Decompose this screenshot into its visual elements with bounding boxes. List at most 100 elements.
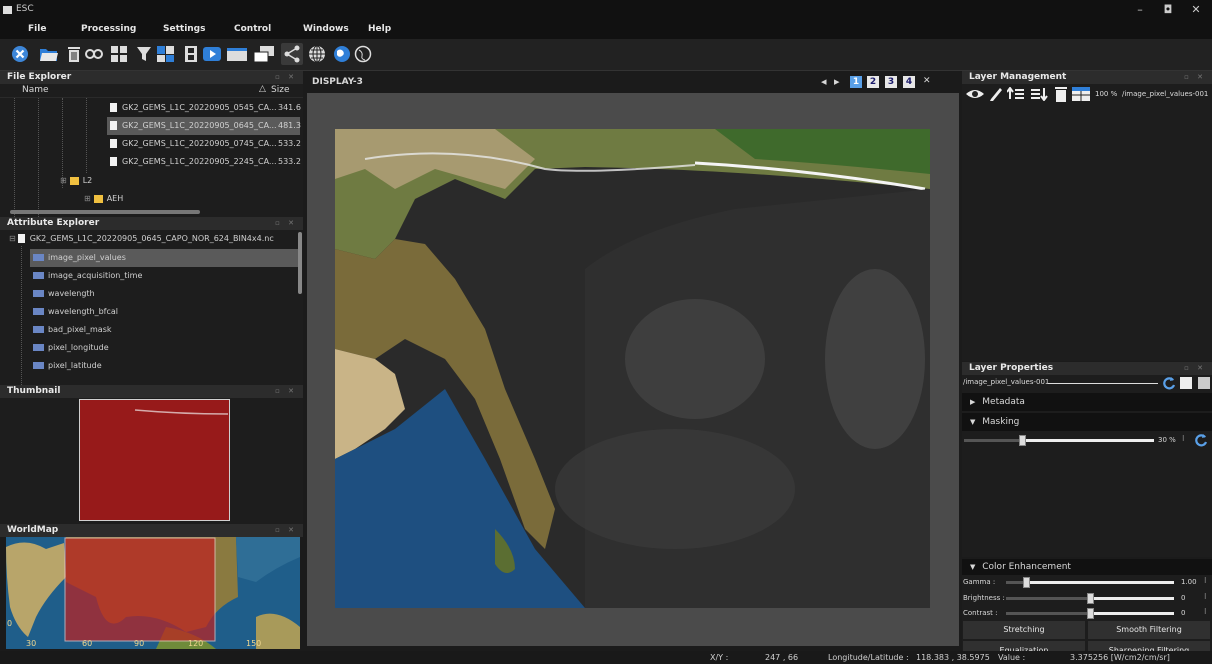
- globe-icon[interactable]: [331, 43, 353, 65]
- masking-slider[interactable]: [964, 435, 1154, 447]
- move-down-icon[interactable]: [1030, 87, 1048, 102]
- equalization-button[interactable]: Equalization: [963, 641, 1085, 651]
- menu-file[interactable]: File: [28, 24, 46, 34]
- panel-controls-icon[interactable]: ▫ ✕: [275, 524, 297, 537]
- film-icon[interactable]: [180, 43, 202, 65]
- menu-help[interactable]: Help: [368, 24, 391, 34]
- satellite-image[interactable]: [335, 129, 930, 608]
- file-row[interactable]: GK2_GEMS_L1C_20220905_2245_CA... 533.2: [110, 153, 301, 171]
- close-window-button[interactable]: ✕: [1184, 2, 1208, 18]
- attribute-item[interactable]: pixel_latitude: [33, 357, 102, 375]
- prev-page-button[interactable]: ◂: [821, 75, 827, 88]
- app-icon: [3, 6, 12, 14]
- gamma-label: Gamma :: [963, 578, 996, 586]
- layout-icon[interactable]: [155, 43, 177, 65]
- attribute-item[interactable]: wavelength: [33, 285, 95, 303]
- export-icon[interactable]: [1198, 377, 1210, 389]
- save-icon[interactable]: [1180, 377, 1192, 389]
- table-view-icon[interactable]: [1072, 87, 1090, 101]
- link-icon[interactable]: [83, 43, 105, 65]
- page-3-button[interactable]: 3: [885, 76, 897, 88]
- file-row-selected[interactable]: GK2_GEMS_L1C_20220905_0645_CA... 481.3: [107, 117, 301, 135]
- next-page-button[interactable]: ▸: [834, 75, 840, 88]
- column-size[interactable]: Size: [271, 85, 289, 95]
- attribute-item[interactable]: image_acquisition_time: [33, 267, 142, 285]
- panel-controls-icon[interactable]: ▫ ✕: [1184, 362, 1206, 375]
- attribute-root-name: GK2_GEMS_L1C_20220905_0645_CAPO_NOR_624_…: [29, 234, 274, 243]
- file-tree: GK2_GEMS_L1C_20220905_0545_CA... 341.6 G…: [0, 98, 303, 217]
- file-row[interactable]: GK2_GEMS_L1C_20220905_0745_CA... 533.2: [110, 135, 301, 153]
- trash-icon[interactable]: [63, 43, 85, 65]
- panel-controls-icon[interactable]: ▫ ✕: [1184, 71, 1206, 84]
- menu-control[interactable]: Control: [234, 24, 271, 34]
- panel-controls-icon[interactable]: ▫ ✕: [275, 385, 297, 398]
- menu-processing[interactable]: Processing: [81, 24, 136, 34]
- status-bar: X/Y : 247 , 66 Longitude/Latitude : 118.…: [0, 651, 1212, 664]
- page-1-button[interactable]: 1: [850, 76, 862, 88]
- masking-reset-icon[interactable]: [1194, 433, 1208, 447]
- lonlat-label: Longitude/Latitude :: [828, 653, 909, 662]
- attribute-item[interactable]: pixel_longitude: [33, 339, 109, 357]
- panel-controls-icon[interactable]: ▫ ✕: [275, 217, 297, 230]
- layer-properties-body: /image_pixel_values-001 ▶ Metadata ▼ Mas…: [962, 375, 1212, 557]
- sharpening-filtering-button[interactable]: Sharpening Filtering: [1088, 641, 1210, 651]
- close-file-icon[interactable]: [9, 43, 31, 65]
- maximize-button[interactable]: ◘: [1156, 2, 1180, 18]
- panel-controls-icon[interactable]: ▫ ✕: [275, 71, 297, 84]
- layer-management-panel: Layer Management ▫ ✕ 100 % /image_pixel_…: [962, 71, 1212, 361]
- attribute-item[interactable]: wavelength_bfcal: [33, 303, 118, 321]
- vertical-scrollbar[interactable]: [298, 232, 302, 294]
- menu-windows[interactable]: Windows: [303, 24, 349, 34]
- worldmap-view[interactable]: 0 30 60 90 120 150: [6, 537, 300, 649]
- contrast-slider[interactable]: [1006, 608, 1174, 619]
- attribute-explorer-title: Attribute Explorer: [7, 218, 100, 228]
- attribute-item-selected[interactable]: image_pixel_values: [30, 249, 299, 267]
- delete-layer-icon[interactable]: [1054, 86, 1068, 102]
- folder-row[interactable]: ⊞ AEH: [84, 190, 123, 208]
- dataset-icon: [33, 290, 44, 297]
- single-view-icon[interactable]: [226, 43, 248, 65]
- folder-row[interactable]: ⊞ L2: [60, 172, 92, 190]
- pencil-icon[interactable]: [988, 86, 1004, 102]
- page-4-button[interactable]: 4: [903, 76, 915, 88]
- gamma-spin-icon[interactable]: ⁝: [1204, 576, 1207, 585]
- horizontal-scrollbar[interactable]: [10, 210, 200, 214]
- color-enhancement-section[interactable]: ▼ Color Enhancement: [962, 559, 1212, 575]
- file-size: 341.6: [278, 103, 301, 112]
- open-folder-icon[interactable]: [38, 43, 60, 65]
- share-icon[interactable]: [281, 43, 303, 65]
- collapse-icon[interactable]: ⊟: [9, 234, 16, 243]
- refresh-icon[interactable]: [1162, 376, 1176, 390]
- display-canvas[interactable]: [307, 93, 959, 646]
- multi-window-icon[interactable]: [253, 43, 275, 65]
- brightness-slider[interactable]: [1006, 593, 1174, 604]
- expand-arrow-icon: ▶: [970, 398, 976, 406]
- visibility-eye-icon[interactable]: [965, 86, 985, 102]
- expand-icon[interactable]: ⊞: [84, 194, 91, 203]
- contrast-spin-icon[interactable]: ⁝: [1204, 607, 1207, 616]
- stretching-button[interactable]: Stretching: [963, 621, 1085, 639]
- brightness-spin-icon[interactable]: ⁝: [1204, 592, 1207, 601]
- masking-spin-icon[interactable]: ⁝: [1182, 434, 1185, 443]
- expand-icon[interactable]: ⊞: [60, 176, 67, 185]
- file-row[interactable]: GK2_GEMS_L1C_20220905_0545_CA... 341.6: [110, 99, 301, 117]
- menu-settings[interactable]: Settings: [163, 24, 205, 34]
- grid-calc-icon[interactable]: [108, 43, 130, 65]
- globe-outline-icon[interactable]: [352, 43, 374, 65]
- metadata-section[interactable]: ▶ Metadata: [962, 393, 1212, 411]
- gamma-slider[interactable]: [1006, 577, 1174, 588]
- column-name[interactable]: Name: [22, 85, 49, 95]
- attribute-item[interactable]: bad_pixel_mask: [33, 321, 112, 339]
- globe-grid-icon[interactable]: [306, 43, 328, 65]
- smooth-filtering-button[interactable]: Smooth Filtering: [1088, 621, 1210, 639]
- attribute-root-row[interactable]: ⊟ GK2_GEMS_L1C_20220905_0645_CAPO_NOR_624…: [9, 230, 274, 248]
- move-up-icon[interactable]: [1006, 86, 1025, 101]
- thumbnail-image[interactable]: [79, 399, 230, 521]
- masking-section[interactable]: ▼ Masking: [962, 413, 1212, 431]
- filter-icon[interactable]: [133, 43, 155, 65]
- minimize-button[interactable]: –: [1128, 2, 1152, 18]
- page-2-button[interactable]: 2: [867, 76, 879, 88]
- close-display-button[interactable]: ✕: [923, 76, 931, 86]
- layer-name[interactable]: /image_pixel_values-001: [1122, 90, 1208, 98]
- play-icon[interactable]: [201, 43, 223, 65]
